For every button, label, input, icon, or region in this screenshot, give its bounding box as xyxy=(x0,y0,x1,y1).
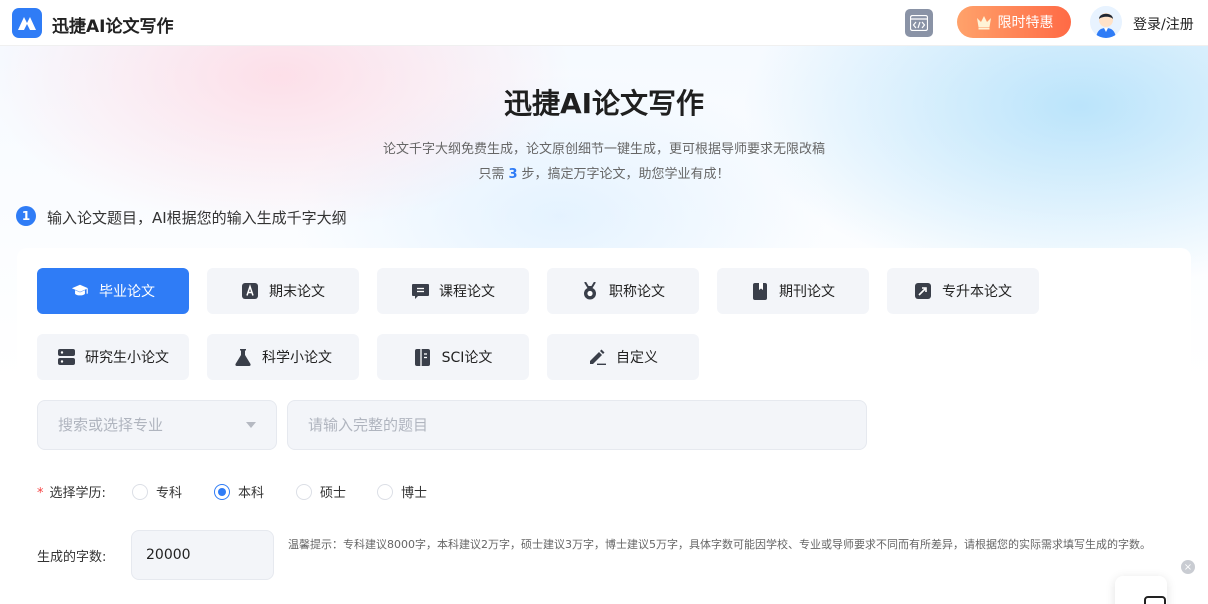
server-icon xyxy=(57,348,75,366)
radio-circle[interactable] xyxy=(132,483,148,500)
type-journal-paper[interactable]: 期刊论文 xyxy=(717,268,869,314)
required-mark: * xyxy=(37,486,44,501)
journal-icon xyxy=(751,282,769,300)
step-number-badge: 1 xyxy=(16,206,36,226)
type-graduate-short-paper[interactable]: 研究生小论文 xyxy=(37,334,189,380)
graduation-cap-icon xyxy=(71,282,89,300)
word-count-label: 生成的字数: xyxy=(37,550,107,565)
degree-option-bachelor[interactable]: 本科 xyxy=(214,482,264,501)
type-label: 毕业论文 xyxy=(99,284,155,300)
floating-service-widget[interactable] xyxy=(1115,576,1167,604)
degree-label-text: 选择学历: xyxy=(49,486,106,501)
type-label: 课程论文 xyxy=(439,284,495,300)
close-icon[interactable]: × xyxy=(1181,560,1195,574)
limited-offer-button[interactable]: 限时特惠 xyxy=(957,6,1071,38)
degree-option-label: 硕士 xyxy=(320,486,347,501)
pen-icon xyxy=(588,348,606,366)
page-title: 迅捷AI论文写作 xyxy=(503,87,705,120)
degree-option-associate[interactable]: 专科 xyxy=(132,482,182,501)
logo-icon[interactable] xyxy=(12,8,42,38)
type-label: 自定义 xyxy=(616,350,658,366)
type-final-paper[interactable]: 期末论文 xyxy=(207,268,359,314)
type-label: 期刊论文 xyxy=(779,284,835,300)
notebook-icon xyxy=(411,282,429,300)
flask-icon xyxy=(234,348,252,366)
radio-circle[interactable] xyxy=(377,483,393,500)
type-label: 专升本论文 xyxy=(942,284,1012,300)
brand-name[interactable]: 迅捷AI论文写作 xyxy=(52,12,173,37)
word-count-field[interactable]: 20000 xyxy=(131,530,274,580)
steps-count: 3 xyxy=(508,167,518,182)
type-upgrade-paper[interactable]: 专升本论文 xyxy=(887,268,1039,314)
crown-icon xyxy=(976,16,991,30)
radio-circle[interactable] xyxy=(296,483,312,500)
avatar[interactable] xyxy=(1090,6,1122,38)
type-custom[interactable]: 自定义 xyxy=(547,334,699,380)
chevron-down-icon[interactable] xyxy=(246,422,256,428)
type-professional-title-paper[interactable]: 职称论文 xyxy=(547,268,699,314)
degree-option-label: 本科 xyxy=(238,486,265,501)
word-count-value[interactable]: 20000 xyxy=(146,547,191,563)
type-label: 科学小论文 xyxy=(262,350,332,366)
degree-option-label: 专科 xyxy=(156,486,183,501)
topic-input[interactable] xyxy=(308,416,866,434)
step-instruction: 输入论文题目，AI根据您的输入生成千字大纲 xyxy=(47,209,347,227)
medal-icon xyxy=(581,282,599,300)
topic-field[interactable] xyxy=(287,400,867,450)
hero-steps-note: 只需 3 步，搞定万字论文，助您学业有成！ xyxy=(0,163,1208,182)
top-bar: 迅捷AI论文写作 限时特惠 登录/注册 xyxy=(0,0,1208,46)
steps-suffix: 步，搞定万字论文，助您学业有成！ xyxy=(521,167,730,182)
type-label: 研究生小论文 xyxy=(85,350,169,366)
major-search-input[interactable] xyxy=(58,416,276,434)
type-label: 职称论文 xyxy=(609,284,665,300)
limited-offer-label: 限时特惠 xyxy=(997,15,1054,31)
service-icon xyxy=(1144,596,1166,604)
degree-label: * 选择学历: xyxy=(37,482,106,501)
type-course-paper[interactable]: 课程论文 xyxy=(377,268,529,314)
degree-option-label: 博士 xyxy=(401,486,428,501)
type-graduation-paper[interactable]: 毕业论文 xyxy=(37,268,189,314)
word-count-tip: 温馨提示：专科建议8000字，本科建议2万字，硕士建议3万字，博士建议5万字，具… xyxy=(288,538,1151,551)
type-label: 期末论文 xyxy=(269,284,325,300)
degree-option-master[interactable]: 硕士 xyxy=(296,482,346,501)
letter-a-icon xyxy=(241,282,259,300)
type-label: SCI论文 xyxy=(441,350,493,366)
degree-option-doctor[interactable]: 博士 xyxy=(377,482,427,501)
type-science-short-paper[interactable]: 科学小论文 xyxy=(207,334,359,380)
steps-prefix: 只需 xyxy=(478,167,505,182)
radio-circle[interactable] xyxy=(214,483,230,500)
code-icon xyxy=(910,15,928,31)
upgrade-icon xyxy=(914,282,932,300)
user-avatar-icon xyxy=(1090,6,1122,38)
login-register-link[interactable]: 登录/注册 xyxy=(1133,14,1194,34)
type-sci-paper[interactable]: SCI论文 xyxy=(377,334,529,380)
hero-subtitle: 论文千字大纲免费生成，论文原创细节一键生成，更可根据导师要求无限改稿 xyxy=(382,142,825,157)
paper-form-card: 毕业论文 期末论文 课程论文 职称论文 期刊论文 专升本论文 研究生小论文 科学… xyxy=(17,248,1191,604)
major-select[interactable] xyxy=(37,400,277,450)
document-icon xyxy=(414,348,432,366)
embed-code-button[interactable] xyxy=(905,9,933,37)
